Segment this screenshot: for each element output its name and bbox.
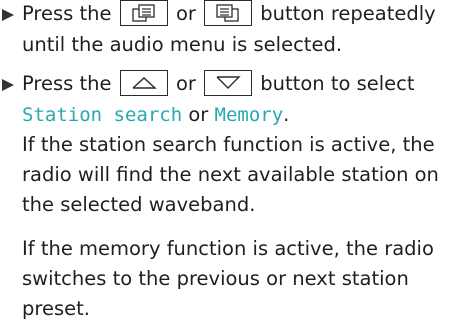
step-2-period: . (283, 103, 290, 126)
menu-forward-button (204, 0, 253, 26)
instruction-page: Press the or button repeatedly until the… (0, 0, 461, 320)
para1-line-3: the selected waveband. (22, 193, 256, 216)
down-button (204, 70, 253, 96)
triangle-down-icon (216, 76, 241, 89)
step-2-text-or: or (175, 72, 196, 95)
option-station-search: Station search (22, 104, 183, 126)
step-2-line-1: Press the or button to select (22, 70, 415, 98)
bullet-arrow-icon (0, 70, 16, 98)
para2-line-3: preset. (22, 297, 90, 320)
menu-forward-icon (216, 4, 239, 22)
step-2-text-before: Press the (22, 72, 112, 95)
para1-line-2: radio will find the next available stati… (22, 163, 439, 186)
up-button (119, 70, 168, 96)
step-1-text-or: or (175, 2, 196, 25)
step-1-line-2: until the audio menu is selected. (22, 33, 343, 56)
step-2-text-after: button to select (260, 72, 415, 95)
step-1-text-after: button repeatedly (260, 2, 436, 25)
menu-back-icon (132, 4, 155, 22)
step-2-line-2: Station search or Memory. (22, 101, 289, 129)
para2-line-2: switches to the previous or next station (22, 267, 409, 290)
step-2-word-or: or (188, 103, 209, 126)
option-memory: Memory (214, 104, 284, 126)
para1-line-1: If the station search function is active… (22, 133, 435, 156)
menu-back-button (119, 0, 168, 26)
para2-line-1: If the memory function is active, the ra… (22, 237, 434, 260)
step-1-line-1: Press the or button repeatedly (22, 0, 436, 28)
bullet-arrow-icon (0, 0, 16, 28)
step-1-text-before: Press the (22, 2, 112, 25)
triangle-up-icon (132, 77, 157, 89)
